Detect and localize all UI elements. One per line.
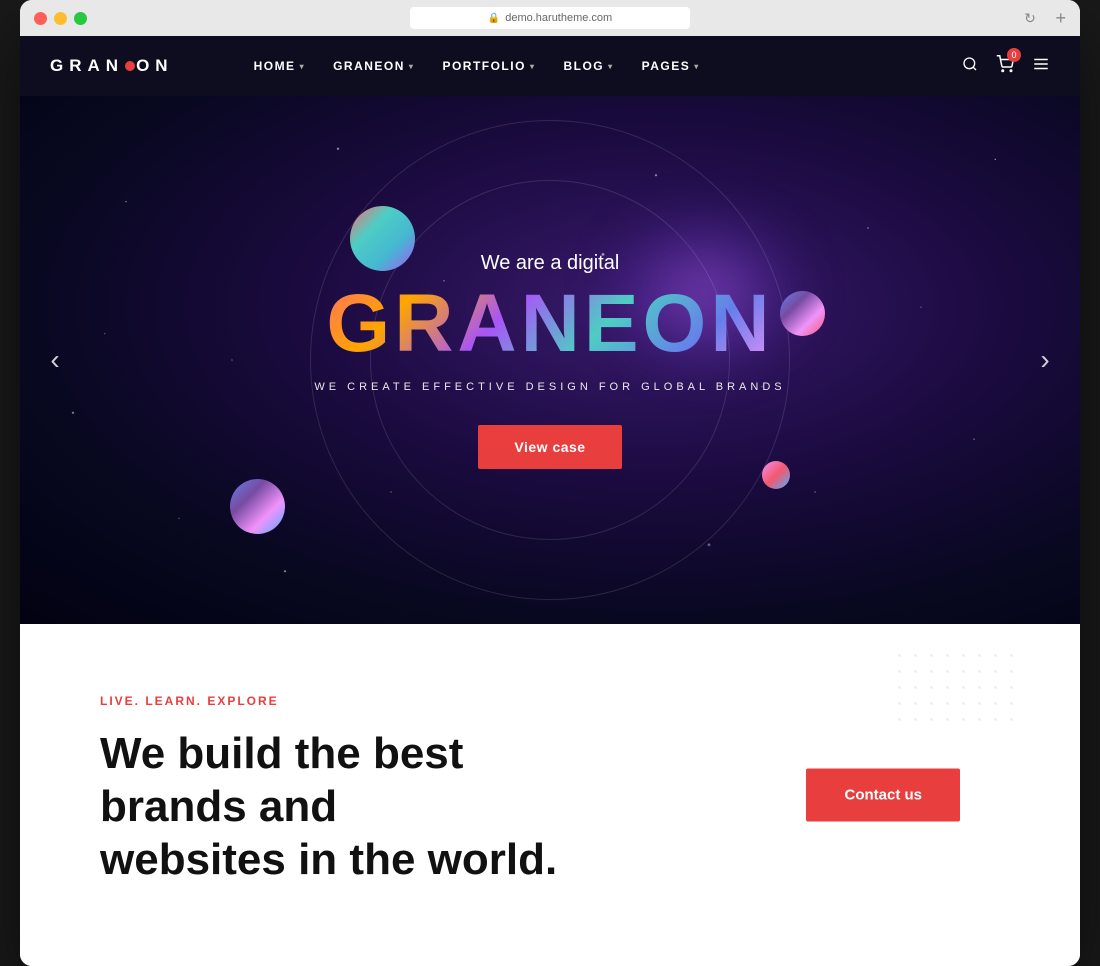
heading-line-1: We build the best brands and: [100, 729, 463, 831]
mac-window: 🔒 demo.harutheme.com ↻ + GRANON HOME ▾: [20, 0, 1080, 966]
nav-icons: 0: [962, 55, 1050, 78]
planet-2: [780, 291, 825, 336]
new-tab-button[interactable]: +: [1055, 9, 1066, 27]
cart-icon[interactable]: 0: [996, 55, 1014, 78]
hero-tagline: WE CREATE EFFECTIVE DESIGN FOR GLOBAL BR…: [314, 381, 785, 393]
heading-line-2: websites in the world.: [100, 835, 557, 884]
minimize-button[interactable]: [54, 12, 67, 25]
search-icon[interactable]: [962, 56, 978, 77]
address-bar[interactable]: 🔒 demo.harutheme.com: [410, 7, 690, 29]
nav-item-graneon[interactable]: GRANEON ▾: [333, 59, 414, 73]
carousel-prev-button[interactable]: ‹: [35, 340, 75, 380]
lock-icon: 🔒: [488, 13, 500, 24]
dot-pattern-decoration: [898, 654, 1020, 728]
hero-section: ‹ › We are a digital GRANEON WE CREATE E…: [20, 96, 1080, 624]
nav-link-pages[interactable]: PAGES ▾: [642, 59, 700, 73]
cart-badge: 0: [1007, 48, 1021, 62]
hamburger-icon[interactable]: [1032, 55, 1050, 78]
hero-subtitle: We are a digital: [314, 252, 785, 275]
chevron-down-icon: ▾: [608, 62, 614, 71]
close-button[interactable]: [34, 12, 47, 25]
refresh-button[interactable]: ↻: [1024, 10, 1036, 27]
chevron-down-icon: ▾: [409, 62, 415, 71]
nav-item-blog[interactable]: BLOG ▾: [563, 59, 613, 73]
chevron-down-icon: ▾: [694, 62, 700, 71]
planet-4: [230, 479, 285, 534]
below-fold-section: LIVE. LEARN. EXPLORE We build the best b…: [20, 624, 1080, 966]
carousel-next-button[interactable]: ›: [1025, 340, 1065, 380]
nav-menu: HOME ▾ GRANEON ▾ PORTFOLIO ▾: [254, 59, 700, 73]
window-controls: [34, 12, 87, 25]
nav-link-portfolio[interactable]: PORTFOLIO ▾: [442, 59, 535, 73]
hero-content: We are a digital GRANEON WE CREATE EFFEC…: [314, 252, 785, 469]
main-heading: We build the best brands and websites in…: [100, 728, 620, 886]
contact-us-button[interactable]: Contact us: [806, 769, 960, 822]
url-text: demo.harutheme.com: [505, 12, 612, 24]
navbar: GRANON HOME ▾ GRANEON ▾ PO: [20, 36, 1080, 96]
nav-link-home[interactable]: HOME ▾: [254, 59, 306, 73]
chevron-down-icon: ▾: [300, 62, 306, 71]
nav-item-pages[interactable]: PAGES ▾: [642, 59, 700, 73]
logo-dot: [125, 61, 135, 71]
chevron-down-icon: ▾: [530, 62, 536, 71]
site-logo[interactable]: GRANON: [50, 56, 174, 76]
nav-link-blog[interactable]: BLOG ▾: [563, 59, 613, 73]
maximize-button[interactable]: [74, 12, 87, 25]
view-case-button[interactable]: View case: [478, 425, 621, 469]
tagline-label: LIVE. LEARN. EXPLORE: [100, 694, 1000, 708]
nav-link-graneon[interactable]: GRANEON ▾: [333, 59, 414, 73]
hero-title: GRANEON: [314, 283, 785, 365]
nav-item-home[interactable]: HOME ▾: [254, 59, 306, 73]
site-content: GRANON HOME ▾ GRANEON ▾ PO: [20, 36, 1080, 966]
titlebar: 🔒 demo.harutheme.com ↻ +: [20, 0, 1080, 36]
nav-item-portfolio[interactable]: PORTFOLIO ▾: [442, 59, 535, 73]
